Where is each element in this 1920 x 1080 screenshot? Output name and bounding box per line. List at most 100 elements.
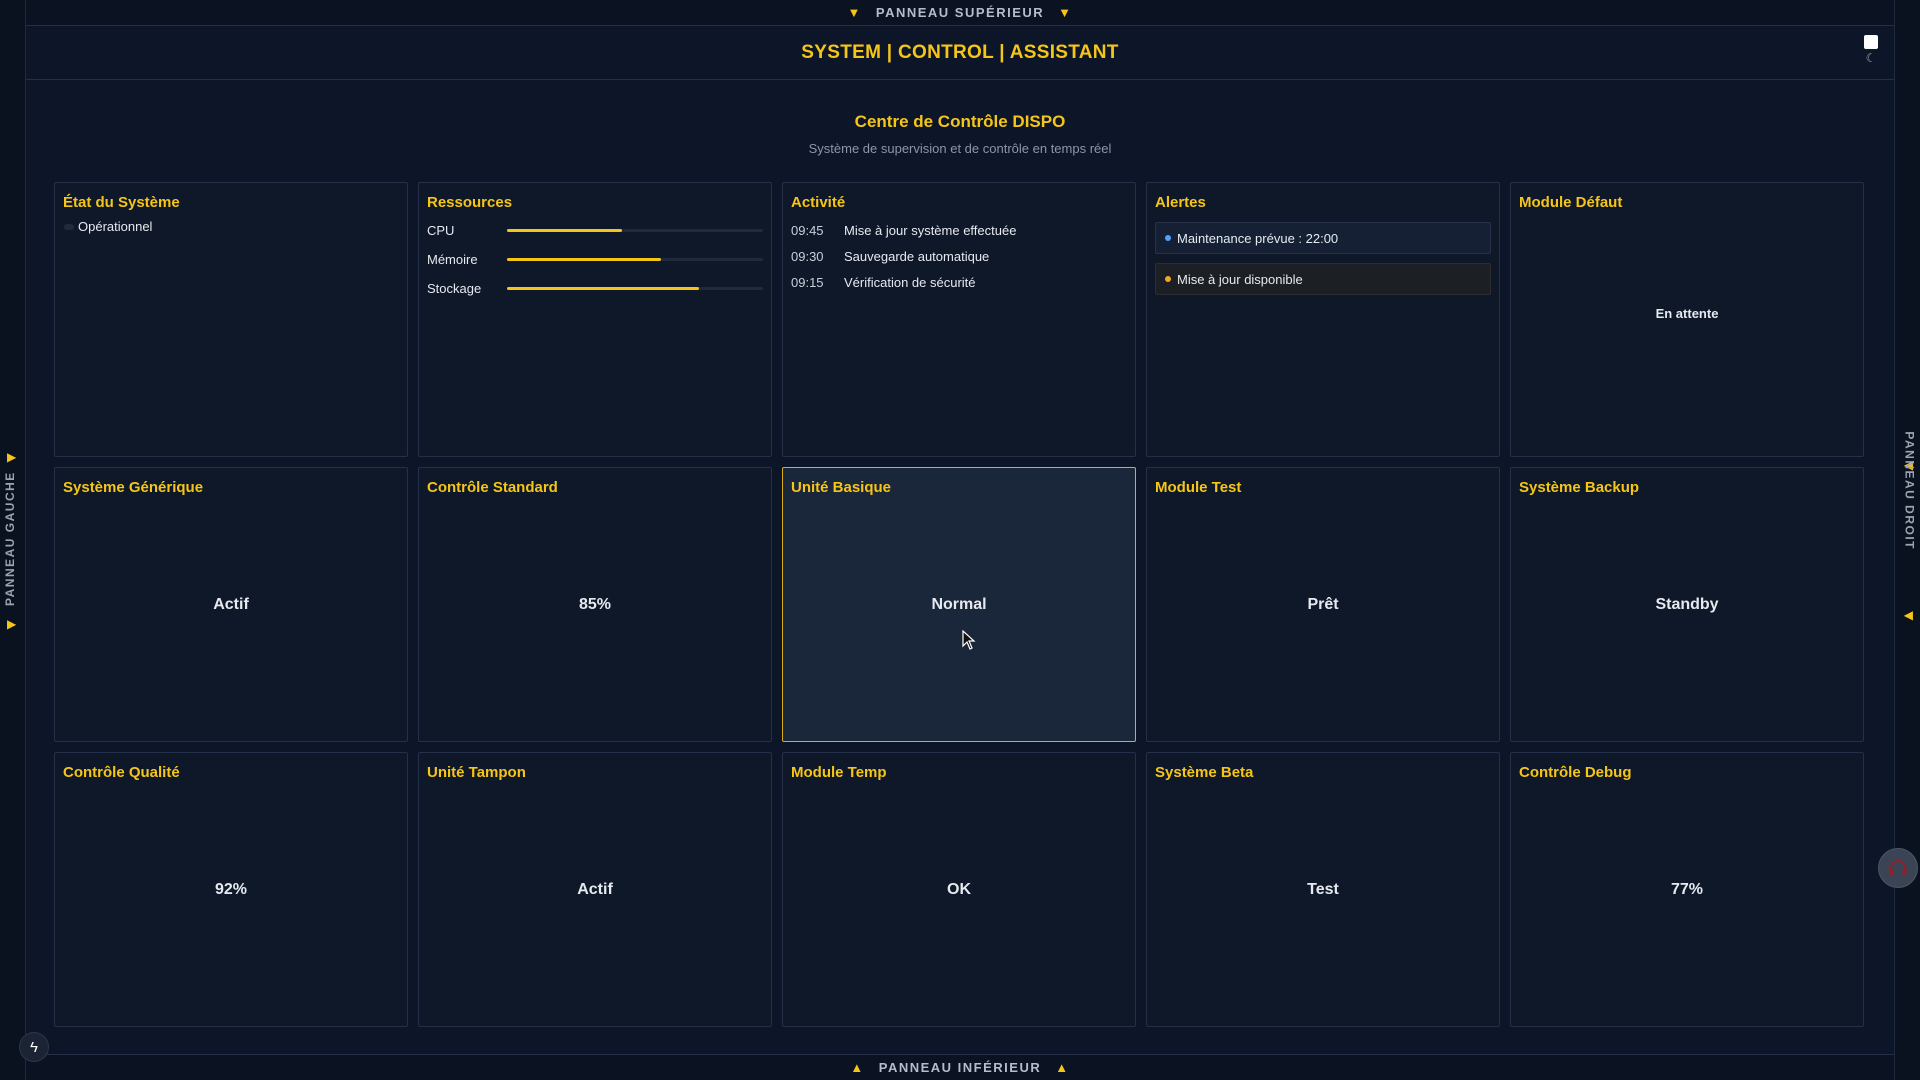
bottom-panel-toggle[interactable]: ▲ PANNEAU INFÉRIEUR ▲ [26, 1054, 1894, 1080]
top-panel-toggle[interactable]: ▼ PANNEAU SUPÉRIEUR ▼ [26, 0, 1894, 26]
card-title: Système Beta [1155, 764, 1254, 781]
activity-time: 09:45 [791, 223, 824, 238]
main-frame: SYSTEM | CONTROL | ASSISTANT ☾ Centre de… [26, 26, 1894, 1054]
card-value: Test [1307, 880, 1339, 898]
resource-bar-fill [507, 258, 661, 261]
card-controle-debug[interactable]: Contrôle Debug 77% [1510, 752, 1864, 1027]
card-module-test[interactable]: Module Test Prêt [1146, 467, 1500, 742]
triangle-left-icon: ◀ [1903, 608, 1913, 622]
activity-text: Mise à jour système effectuée [844, 223, 1017, 238]
card-unite-basique[interactable]: Unité Basique Normal [782, 467, 1136, 742]
square-icon [1864, 35, 1878, 49]
card-systeme-backup[interactable]: Système Backup Standby [1510, 467, 1864, 742]
app-title: SYSTEM | CONTROL | ASSISTANT [801, 41, 1119, 63]
card-title: Ressources [427, 194, 513, 211]
card-value: Actif [577, 880, 613, 898]
card-title: Système Backup [1519, 479, 1640, 496]
card-etat-systeme[interactable]: État du Système Opérationnel [54, 182, 408, 457]
mouse-cursor-icon [962, 630, 976, 650]
bolt-icon: ϟ [30, 1038, 38, 1056]
card-title: Module Défaut [1519, 194, 1623, 211]
card-value: Actif [213, 595, 249, 613]
card-controle-standard[interactable]: Contrôle Standard 85% [418, 467, 772, 742]
moon-icon: ☾ [1865, 51, 1877, 65]
card-value: OK [947, 880, 971, 898]
card-title: Module Test [1155, 479, 1242, 496]
card-title: Contrôle Debug [1519, 764, 1632, 781]
activity-text: Sauvegarde automatique [844, 249, 990, 264]
card-title: Système Générique [63, 479, 204, 496]
left-panel-toggle[interactable]: ▶ PANNEAU GAUCHE ▶ [0, 0, 26, 1080]
alert-text: Maintenance prévue : 22:00 [1177, 230, 1339, 246]
card-title: Unité Tampon [427, 764, 526, 781]
card-value: Prêt [1307, 595, 1339, 613]
theme-toggle[interactable]: ☾ [1862, 35, 1880, 69]
card-systeme-beta[interactable]: Système Beta Test [1146, 752, 1500, 1027]
app-header: SYSTEM | CONTROL | ASSISTANT ☾ [26, 26, 1894, 80]
card-value: En attente [1655, 306, 1719, 321]
alert-text: Mise à jour disponible [1177, 271, 1303, 287]
activity-time: 09:30 [791, 249, 824, 264]
alert-dot-icon [1165, 276, 1171, 282]
resource-label: CPU [427, 223, 455, 238]
activity-item: 09:30 Sauvegarde automatique [791, 249, 1127, 264]
card-unite-tampon[interactable]: Unité Tampon Actif [418, 752, 772, 1027]
card-value: Standby [1655, 595, 1719, 613]
left-panel-label: PANNEAU GAUCHE [3, 471, 17, 606]
resource-bar [507, 229, 763, 232]
card-title: Contrôle Qualité [63, 764, 180, 781]
dashboard-grid: État du Système Opérationnel Ressources … [54, 182, 1866, 1052]
right-panel-toggle[interactable]: ◀ PANNEAU DROIT ◀ [1894, 0, 1920, 1080]
page-title: Centre de Contrôle DISPO [854, 112, 1066, 131]
card-activite[interactable]: Activité 09:45 Mise à jour système effec… [782, 182, 1136, 457]
activity-item: 09:15 Vérification de sécurité [791, 275, 1127, 290]
resource-row-stockage: Stockage [427, 281, 763, 296]
triangle-up-icon: ▲ [1055, 1060, 1070, 1075]
triangle-down-icon: ▼ [1058, 5, 1073, 20]
card-module-defaut[interactable]: Module Défaut En attente [1510, 182, 1864, 457]
page-subtitle: Système de supervision et de contrôle en… [808, 141, 1112, 156]
card-module-temp[interactable]: Module Temp OK [782, 752, 1136, 1027]
card-title: Unité Basique [791, 479, 892, 496]
alert-dot-icon [1165, 235, 1171, 241]
card-title: Module Temp [791, 764, 887, 781]
quick-action-button[interactable]: ϟ [19, 1032, 49, 1062]
triangle-right-icon: ▶ [7, 617, 17, 631]
card-value: 77% [1670, 880, 1704, 898]
right-panel-label: PANNEAU DROIT [1903, 431, 1917, 550]
alert-item[interactable]: Mise à jour disponible [1155, 263, 1491, 295]
activity-item: 09:45 Mise à jour système effectuée [791, 223, 1127, 238]
status-text: Opérationnel [78, 219, 153, 234]
resource-bar-fill [507, 287, 699, 290]
resource-row-memoire: Mémoire [427, 252, 763, 267]
card-value: 85% [578, 595, 612, 613]
card-alertes[interactable]: Alertes Maintenance prévue : 22:00 Mise … [1146, 182, 1500, 457]
card-title: État du Système [63, 194, 180, 211]
card-controle-qualite[interactable]: Contrôle Qualité 92% [54, 752, 408, 1027]
status-dot-icon [64, 223, 74, 230]
headset-icon [1889, 860, 1907, 875]
triangle-up-icon: ▲ [850, 1060, 865, 1075]
resource-row-cpu: CPU [427, 223, 763, 238]
resource-bar [507, 258, 763, 261]
resource-label: Stockage [427, 281, 482, 296]
resource-bar [507, 287, 763, 290]
card-value: Normal [931, 595, 987, 613]
card-title: Contrôle Standard [427, 479, 558, 496]
status-line: Opérationnel [64, 219, 152, 234]
top-panel-label: PANNEAU SUPÉRIEUR [875, 5, 1045, 20]
resource-label: Mémoire [427, 252, 478, 267]
triangle-right-icon: ▶ [7, 450, 17, 464]
help-button[interactable] [1878, 848, 1918, 888]
card-value: 92% [214, 880, 248, 898]
alert-item[interactable]: Maintenance prévue : 22:00 [1155, 222, 1491, 254]
bottom-panel-label: PANNEAU INFÉRIEUR [878, 1060, 1042, 1075]
card-systeme-generique[interactable]: Système Générique Actif [54, 467, 408, 742]
card-title: Activité [791, 194, 846, 211]
card-ressources[interactable]: Ressources CPU Mémoire Stockage [418, 182, 772, 457]
triangle-down-icon: ▼ [847, 5, 862, 20]
activity-text: Vérification de sécurité [844, 275, 976, 290]
resource-bar-fill [507, 229, 623, 232]
card-title: Alertes [1155, 194, 1206, 211]
activity-time: 09:15 [791, 275, 824, 290]
